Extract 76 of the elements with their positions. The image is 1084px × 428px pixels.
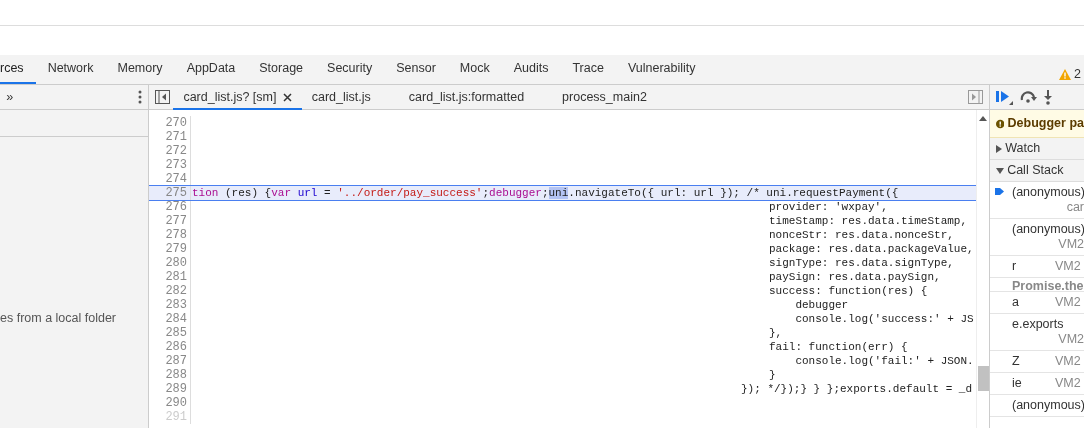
panel-tab[interactable]: Vulnerability bbox=[615, 55, 708, 84]
line-number: 283 bbox=[149, 298, 191, 312]
call-stack-frame[interactable]: (anonymous) car bbox=[990, 182, 1084, 219]
resume-icon[interactable] bbox=[996, 89, 1014, 105]
panel-tab[interactable]: Trace bbox=[560, 55, 616, 84]
panel-tab[interactable]: Memory bbox=[105, 55, 175, 84]
line-number: 278 bbox=[149, 228, 191, 242]
line-number: 271 bbox=[149, 130, 191, 144]
line-number: 277 bbox=[149, 214, 191, 228]
paused-message: Debugger pa bbox=[1007, 115, 1084, 133]
line-number: 288 bbox=[149, 368, 191, 382]
line-number: 273 bbox=[149, 158, 191, 172]
toggle-debugger-icon[interactable] bbox=[967, 90, 983, 104]
async-separator: Promise.the bbox=[990, 278, 1084, 292]
line-number: 289 bbox=[149, 382, 191, 396]
code-line: console.log('fail:' + JSON. bbox=[794, 354, 974, 368]
panel-tab[interactable]: AppData bbox=[174, 55, 248, 84]
close-icon[interactable] bbox=[282, 92, 292, 102]
code-line: success: function(res) { bbox=[769, 284, 928, 298]
code-line: signType: res.data.signType, bbox=[769, 256, 954, 270]
line-number: 286 bbox=[149, 340, 191, 354]
panel-tab[interactable]: Audits bbox=[501, 55, 561, 84]
code-line: fail: function(err) { bbox=[769, 340, 908, 354]
panel-tab[interactable]: Sensor bbox=[384, 55, 448, 84]
code-line: debugger bbox=[794, 298, 849, 312]
code-line: }); */});} } };exports.default = _d bbox=[741, 382, 973, 396]
call-stack-frame[interactable]: a VM2 bbox=[990, 292, 1084, 314]
file-tab[interactable]: process_main2 bbox=[552, 84, 657, 110]
code-line: timeStamp: res.data.timeStamp, bbox=[769, 214, 968, 228]
code-line: nonceStr: res.data.nonceStr, bbox=[769, 228, 954, 242]
panel-tab[interactable]: Storage bbox=[247, 55, 316, 84]
call-stack-frame[interactable]: (anonymous) VM2 bbox=[990, 219, 1084, 256]
warning-count[interactable]: 2 bbox=[1073, 65, 1081, 84]
more-tabs-button[interactable]: » bbox=[6, 87, 14, 107]
code-line: console.log('success:' + JS bbox=[794, 312, 974, 326]
line-number: 284 bbox=[149, 312, 191, 326]
line-number: 272 bbox=[149, 144, 191, 158]
menu-icon[interactable] bbox=[137, 90, 142, 104]
section-header[interactable]: Watch bbox=[990, 138, 1084, 160]
call-stack-frame[interactable]: r VM2 bbox=[990, 256, 1084, 278]
scrollbar-thumb[interactable] bbox=[978, 366, 989, 392]
line-number: 280 bbox=[149, 256, 191, 270]
line-number: 276 bbox=[149, 200, 191, 214]
code-line: } bbox=[769, 368, 776, 382]
panel-tab[interactable]: Security bbox=[315, 55, 385, 84]
call-stack-frame[interactable]: e.exports VM2 bbox=[990, 314, 1084, 351]
line-number: 290 bbox=[149, 396, 191, 410]
toggle-navigator-icon[interactable] bbox=[155, 90, 171, 104]
line-number: 279 bbox=[149, 242, 191, 256]
section-header[interactable]: Call Stack bbox=[990, 160, 1084, 182]
line-number: 285 bbox=[149, 326, 191, 340]
file-tab[interactable]: card_list.js bbox=[301, 84, 381, 110]
code-line: paySign: res.data.paySign, bbox=[769, 270, 941, 284]
panel-tab[interactable]: Mock bbox=[447, 55, 502, 84]
line-number: 282 bbox=[149, 284, 191, 298]
code-line: tion (res) {var url = '../order/pay_success';debugger;uni.navigateTo({ url: url }); /* uni.requestPayment({ bbox=[192, 186, 899, 200]
info-icon bbox=[996, 117, 1005, 130]
panel-tab[interactable]: Network bbox=[35, 55, 106, 84]
call-stack-frame[interactable]: (anonymous) bbox=[990, 395, 1084, 417]
step-into-icon[interactable] bbox=[1042, 89, 1053, 105]
scroll-up-icon[interactable] bbox=[979, 116, 987, 122]
step-over-icon[interactable] bbox=[1019, 91, 1037, 103]
code-line: provider: 'wxpay', bbox=[769, 200, 888, 214]
code-line: }, bbox=[769, 326, 783, 340]
expand-triangle-icon[interactable] bbox=[996, 144, 1002, 153]
call-stack-frame[interactable]: ie VM2 bbox=[990, 373, 1084, 395]
file-tab[interactable]: card_list.js? [sm] bbox=[173, 84, 302, 110]
line-number: 275 bbox=[149, 186, 191, 200]
collapse-triangle-icon[interactable] bbox=[996, 167, 1004, 174]
navigator-hint: es from a local folder bbox=[0, 310, 118, 327]
line-number: 287 bbox=[149, 354, 191, 368]
file-tab[interactable]: card_list.js:formatted bbox=[398, 84, 535, 110]
line-number: 270 bbox=[149, 116, 191, 130]
call-stack-frame[interactable]: Z VM2 bbox=[990, 351, 1084, 373]
code-line: package: res.data.packageValue, bbox=[769, 242, 974, 256]
line-number: 281 bbox=[149, 270, 191, 284]
